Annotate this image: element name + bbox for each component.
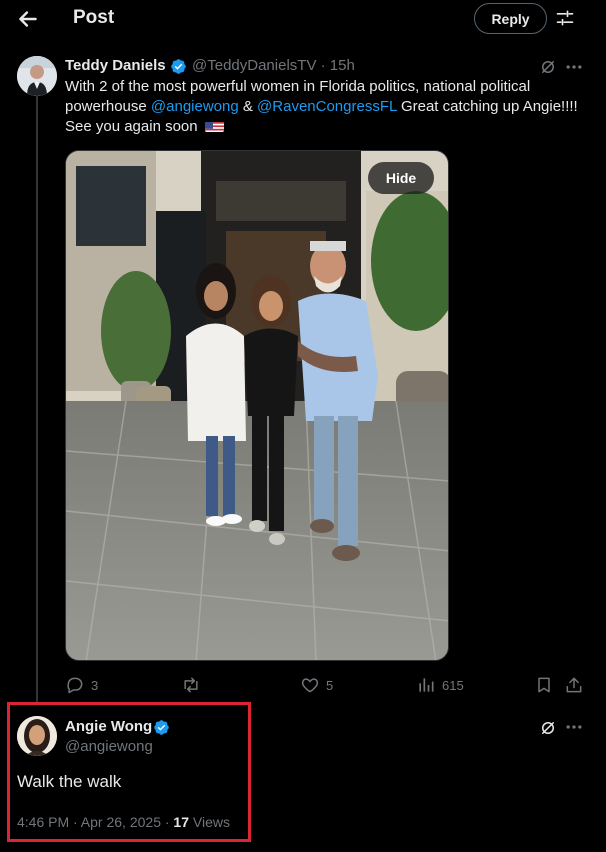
views-label: Views — [189, 814, 230, 830]
mention-link[interactable]: @RavenCongressFL — [257, 98, 397, 115]
hide-button[interactable]: Hide — [368, 162, 434, 194]
reply-meta: 4:46 PM · Apr 26, 2025 · 17 Views — [17, 814, 230, 830]
views-count: 615 — [442, 677, 464, 693]
tweet-text-part: & — [238, 98, 258, 115]
tweet-photo[interactable] — [65, 150, 449, 661]
repost-icon — [184, 677, 198, 693]
sliders-icon[interactable] — [555, 8, 575, 28]
reply-count: 3 — [91, 677, 99, 693]
share-icon — [566, 677, 582, 693]
tweet-time[interactable]: 15h — [330, 57, 355, 74]
reply-text: Walk the walk — [17, 772, 122, 791]
views-count: 17 — [173, 814, 189, 830]
like-count: 5 — [326, 677, 334, 693]
views-bar-chart-icon — [419, 678, 434, 692]
author-handle-and-time: @TeddyDanielsTV · 15h — [192, 57, 355, 74]
verified-badge-icon — [171, 59, 186, 74]
grok-icon[interactable] — [539, 58, 557, 76]
reply-timestamp[interactable]: 4:46 PM · Apr 26, 2025 · — [17, 814, 173, 830]
bookmark-action[interactable] — [534, 674, 560, 696]
author-name[interactable]: Teddy Daniels — [65, 57, 166, 74]
tweet-text: With 2 of the most powerful women in Flo… — [65, 77, 580, 137]
reply-action[interactable]: 3 — [65, 674, 98, 696]
page-title: Post — [73, 7, 115, 28]
comment-icon — [67, 677, 83, 694]
heart-icon — [301, 678, 319, 693]
repost-action[interactable] — [181, 674, 207, 696]
more-dots-icon[interactable] — [564, 57, 584, 77]
like-action[interactable]: 5 — [300, 674, 333, 696]
verified-badge-icon — [154, 720, 169, 735]
arrow-left-icon[interactable] — [14, 6, 42, 32]
share-action[interactable] — [564, 674, 590, 696]
post-header: Post Reply — [0, 0, 606, 38]
author-handle[interactable]: @TeddyDanielsTV — [192, 57, 316, 74]
avatar[interactable] — [17, 716, 57, 756]
avatar[interactable] — [17, 56, 57, 96]
grok-icon[interactable] — [539, 719, 557, 737]
time-separator: · — [316, 57, 330, 74]
thread-connector-line — [36, 95, 38, 703]
us-flag-icon — [204, 120, 224, 132]
reply-author-handle[interactable]: @angiewong — [65, 738, 153, 755]
bookmark-icon — [538, 677, 550, 693]
views-action[interactable]: 615 — [416, 674, 464, 696]
more-dots-icon[interactable] — [564, 717, 584, 737]
reply-author-name[interactable]: Angie Wong — [65, 718, 152, 735]
mention-link[interactable]: @angiewong — [151, 98, 239, 115]
reply-button[interactable]: Reply — [474, 3, 547, 34]
